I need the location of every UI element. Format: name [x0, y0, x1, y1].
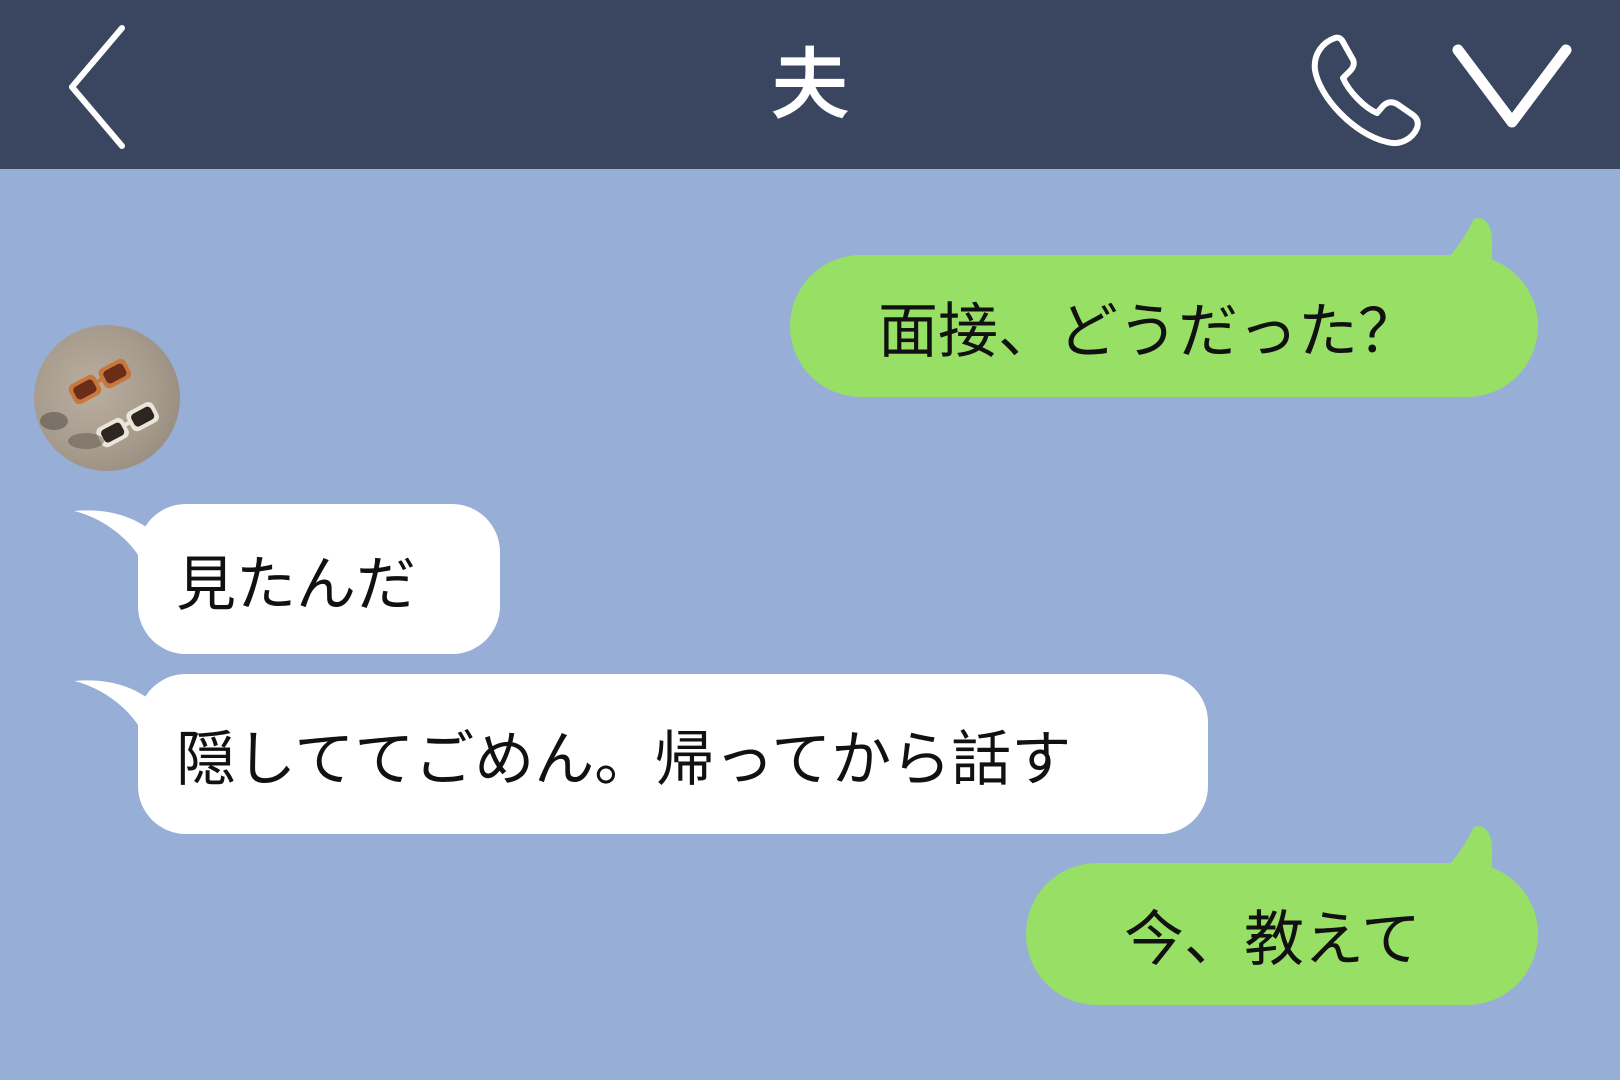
- chevron-left-icon[interactable]: [60, 22, 140, 152]
- chat-header: 夫: [0, 0, 1620, 169]
- outgoing-message[interactable]: 今、教えて: [1026, 863, 1538, 1005]
- message-text: 面接、どうだった？: [878, 296, 1418, 367]
- message-text: 今、教えて: [1124, 904, 1421, 975]
- chevron-down-icon[interactable]: [1452, 42, 1572, 132]
- sunglasses-image: [40, 358, 159, 449]
- outgoing-message[interactable]: 面接、どうだった？: [790, 255, 1538, 397]
- contact-avatar[interactable]: [34, 325, 180, 471]
- chat-area[interactable]: 面接、どうだった？ 見たんだ 隠しててごめん。帰ってから話す 今、教えて: [0, 169, 1620, 1080]
- message-text: 隠しててごめん。帰ってから話す: [176, 724, 1072, 795]
- message-text: 見たんだ: [176, 549, 416, 620]
- incoming-message[interactable]: 見たんだ: [138, 504, 500, 654]
- phone-icon[interactable]: [1305, 30, 1425, 150]
- incoming-message[interactable]: 隠しててごめん。帰ってから話す: [138, 674, 1208, 834]
